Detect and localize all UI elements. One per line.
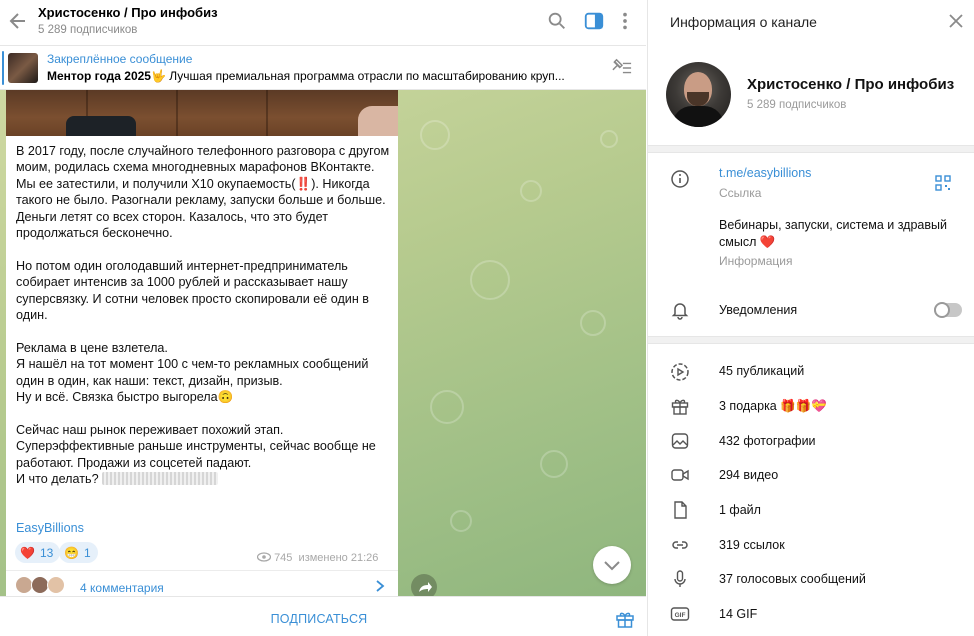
photo-icon (671, 433, 689, 449)
stat-publications[interactable]: 45 публикаций (719, 364, 804, 378)
panel-title: Информация о канале (670, 14, 817, 30)
comments-bar[interactable]: 4 комментария (6, 570, 398, 596)
stat-files[interactable]: 1 файл (719, 503, 761, 517)
qr-code-icon[interactable] (935, 175, 951, 191)
heart-emoji: ❤️ (20, 545, 35, 560)
gift-icon (671, 399, 689, 415)
notifications-toggle[interactable] (934, 302, 962, 318)
reaction-count: 13 (39, 545, 54, 560)
views-count: 745 (274, 552, 293, 564)
description-label: Информация (719, 254, 793, 268)
message-photo[interactable] (6, 90, 398, 136)
scroll-down-button[interactable] (593, 546, 631, 584)
commenter-avatar (47, 576, 65, 594)
back-arrow-icon[interactable] (6, 9, 30, 33)
message-paragraph: Но потом один оголодавший интернет-предп… (16, 258, 369, 323)
stat-links[interactable]: 319 ссылок (719, 538, 785, 552)
author-signature[interactable]: EasyBillions (16, 521, 84, 535)
pinned-label: Закреплённое сообщение (47, 52, 193, 66)
info-icon (671, 170, 689, 188)
stat-photos[interactable]: 432 фотографии (719, 434, 816, 448)
message-text: В 2017 году, после случайного телефонног… (16, 143, 392, 504)
stat-gifts[interactable]: 3 подарка 🎁🎁💝 (719, 399, 827, 414)
edited-time: изменено 21:26 (298, 552, 379, 564)
channel-subscribers: 5 289 подписчиков (747, 99, 847, 111)
grin-emoji: 😁 (64, 545, 79, 560)
channel-avatar[interactable] (666, 62, 731, 127)
chat-subscribers: 5 289 подписчиков (38, 24, 138, 36)
channel-info-panel: Информация о канале Христосенко / Про ин… (647, 0, 974, 636)
reaction-count: 1 (83, 545, 91, 560)
search-icon[interactable] (546, 10, 568, 32)
video-icon (671, 469, 689, 481)
close-icon[interactable] (947, 12, 965, 30)
section-divider (648, 145, 974, 153)
pin-list-icon[interactable] (611, 58, 633, 78)
stat-gifs[interactable]: 14 GIF (719, 607, 757, 621)
chevron-right-icon (376, 580, 385, 592)
eye-icon (256, 552, 272, 562)
gif-icon: GIF (670, 607, 690, 621)
more-vertical-icon[interactable] (614, 10, 636, 32)
chat-pane: Христосенко / Про инфобиз 5 289 подписчи… (0, 0, 646, 636)
channel-description: Вебинары, запуски, система и здравый смы… (719, 218, 947, 249)
sidebar-toggle-icon[interactable] (583, 10, 605, 32)
section-divider (648, 336, 974, 344)
pinned-thumbnail (8, 53, 38, 83)
microphone-icon (674, 570, 686, 587)
svg-text:GIF: GIF (675, 612, 686, 619)
message-paragraph: В 2017 году, после случайного телефонног… (16, 144, 390, 241)
pinned-text: Ментор года 2025🤟 Лучшая премиальная про… (47, 69, 565, 83)
chat-title[interactable]: Христосенко / Про инфобиз (38, 5, 218, 20)
bottom-bar: ПОДПИСАТЬСЯ (0, 596, 646, 636)
reaction-grin[interactable]: 😁 1 (59, 542, 98, 563)
gift-icon[interactable] (615, 609, 635, 629)
pinned-indicator (2, 51, 4, 85)
pinned-message-bar[interactable]: Закреплённое сообщение Ментор года 2025🤟… (0, 46, 646, 90)
message-paragraph: Сейчас наш рынок переживает похожий этап… (16, 422, 376, 487)
channel-link[interactable]: t.me/easybillions (719, 166, 811, 180)
subscribe-button[interactable]: ПОДПИСАТЬСЯ (0, 612, 638, 626)
file-icon (674, 501, 687, 519)
chat-header: Христосенко / Про инфобиз 5 289 подписчи… (0, 0, 646, 46)
link-label: Ссылка (719, 186, 762, 200)
message-meta: 745 изменено 21:26 (256, 552, 379, 564)
message-paragraph: Реклама в цене взлетела. Я нашёл на тот … (16, 340, 369, 405)
notifications-label: Уведомления (719, 303, 798, 317)
reaction-heart[interactable]: ❤️ 13 (15, 542, 61, 563)
stat-voice-messages[interactable]: 37 голосовых сообщений (719, 572, 866, 586)
channel-name: Христосенко / Про инфобиз (747, 76, 955, 93)
comments-label: 4 комментария (80, 581, 164, 595)
spoiler[interactable] (102, 472, 219, 486)
publications-icon (671, 363, 689, 381)
stat-videos[interactable]: 294 видео (719, 468, 778, 482)
bell-icon (671, 303, 689, 320)
chevron-down-icon (604, 561, 620, 571)
link-icon (672, 541, 688, 549)
